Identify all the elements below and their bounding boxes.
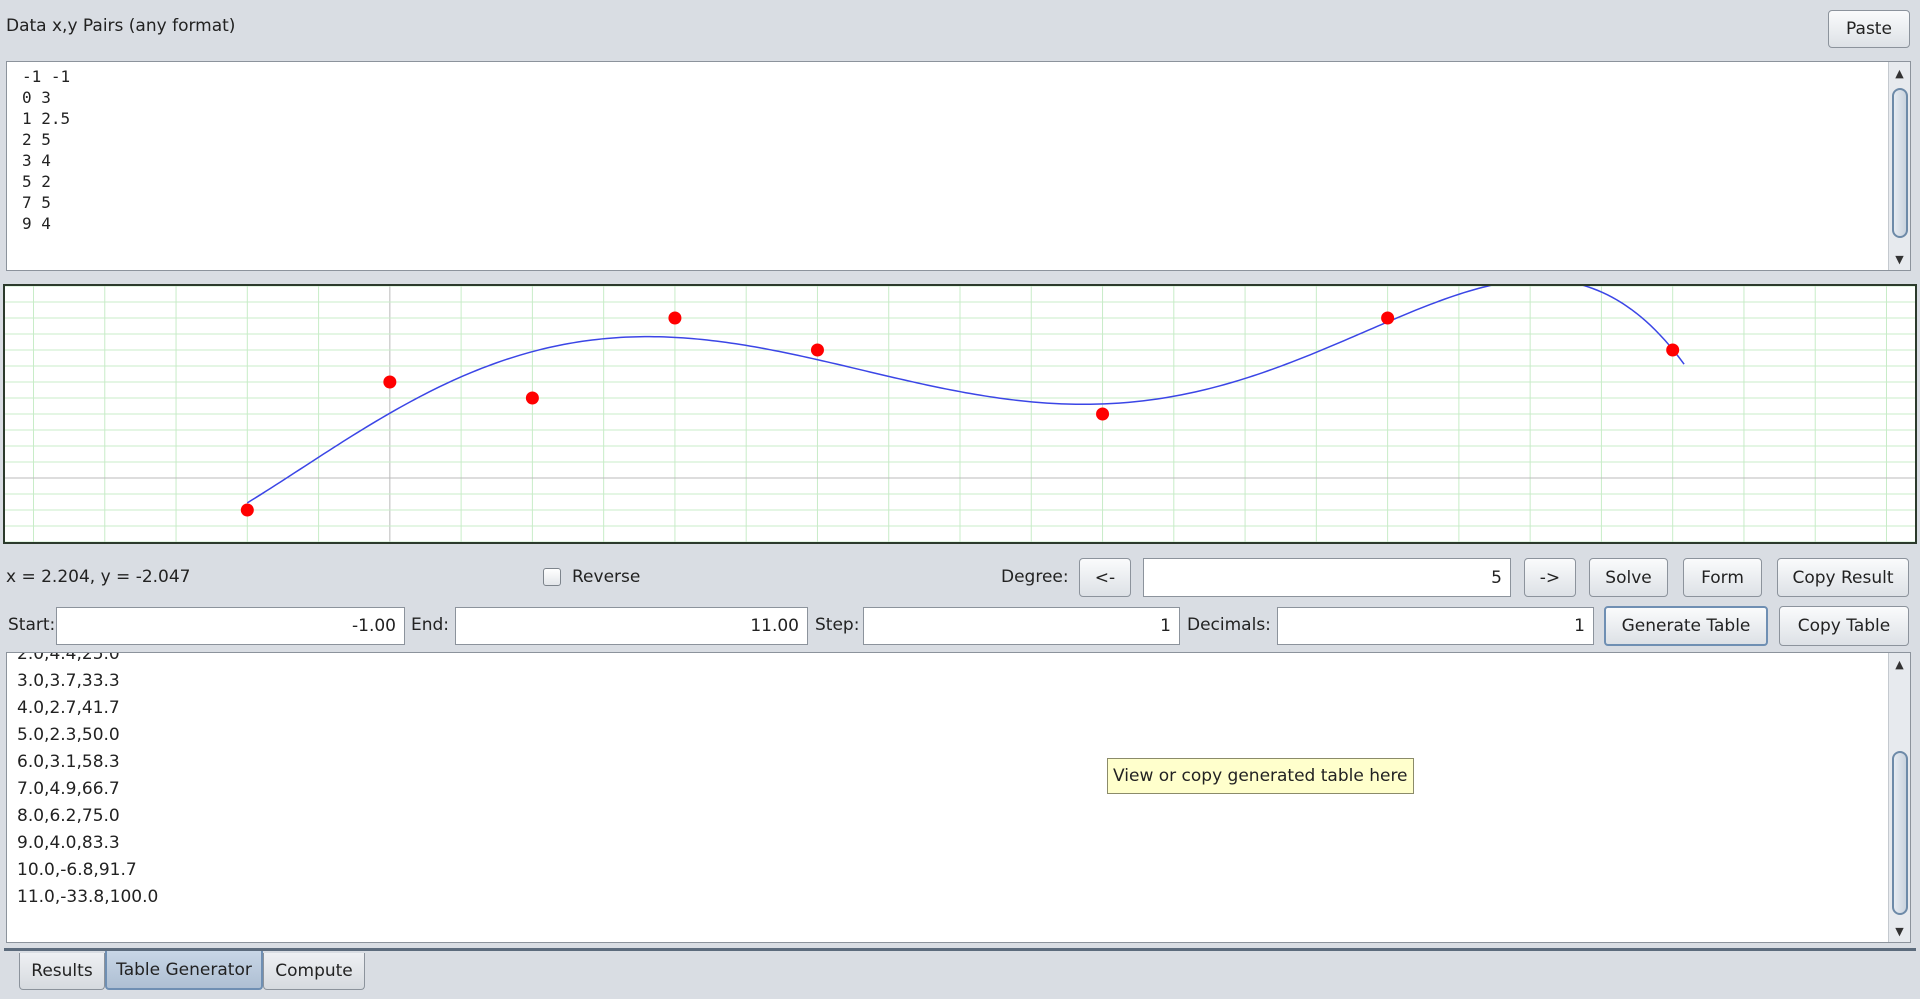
data-point xyxy=(810,343,824,357)
data-point xyxy=(1666,343,1680,357)
solve-button[interactable]: Solve xyxy=(1589,558,1668,597)
degree-increase-button[interactable]: -> xyxy=(1524,558,1576,597)
generate-table-button[interactable]: Generate Table xyxy=(1604,606,1768,646)
fit-curve xyxy=(246,286,1685,504)
scroll-down-icon[interactable]: ▼ xyxy=(1889,248,1910,270)
degree-field[interactable] xyxy=(1143,558,1511,597)
data-scrollbar[interactable]: ▲ ▼ xyxy=(1888,62,1910,270)
data-point xyxy=(525,391,539,405)
data-input-area[interactable]: -1 -1 0 3 1 2.5 2 5 3 4 5 2 7 5 9 4 ▲ ▼ xyxy=(6,61,1911,271)
form-button[interactable]: Form xyxy=(1683,558,1762,597)
paste-button[interactable]: Paste xyxy=(1828,10,1910,48)
data-line: 1 2.5 xyxy=(22,109,71,128)
table-scrollbar[interactable]: ▲ ▼ xyxy=(1888,653,1910,942)
decimals-label: Decimals: xyxy=(1187,615,1271,635)
table-row: 10.0,-6.8,91.7 xyxy=(17,860,137,880)
tab-table-generator[interactable]: Table Generator xyxy=(105,951,263,990)
reverse-label: Reverse xyxy=(572,567,641,587)
data-point xyxy=(1381,311,1395,325)
copy-result-button[interactable]: Copy Result xyxy=(1777,558,1909,597)
data-pairs-label: Data x,y Pairs (any format) xyxy=(6,16,236,36)
end-label: End: xyxy=(411,615,450,635)
table-tooltip: View or copy generated table here xyxy=(1107,758,1414,794)
step-label: Step: xyxy=(815,615,860,635)
table-row: 4.0,2.7,41.7 xyxy=(17,698,120,718)
table-lines: 2.0,4.4,25.0 3.0,3.7,33.3 4.0,2.7,41.7 5.0,… xyxy=(17,652,159,911)
plot-area[interactable] xyxy=(3,284,1917,544)
table-row: 8.0,6.2,75.0 xyxy=(17,806,120,826)
fit-chart xyxy=(5,286,1915,542)
data-point xyxy=(240,503,254,517)
table-row: 9.0,4.0,83.3 xyxy=(17,833,120,853)
tab-divider xyxy=(4,948,1916,951)
degree-decrease-button[interactable]: <- xyxy=(1079,558,1131,597)
end-field[interactable] xyxy=(455,607,808,645)
tab-results[interactable]: Results xyxy=(19,953,105,990)
table-row: 2.0,4.4,25.0 xyxy=(17,652,120,664)
table-row: 6.0,3.1,58.3 xyxy=(17,752,120,772)
decimals-field[interactable] xyxy=(1277,607,1594,645)
data-line: 9 4 xyxy=(22,214,51,233)
start-label: Start: xyxy=(8,615,56,635)
table-row: 3.0,3.7,33.3 xyxy=(17,671,120,691)
cursor-coordinates: x = 2.204, y = -2.047 xyxy=(6,567,191,587)
generated-table-area[interactable]: 2.0,4.4,25.0 3.0,3.7,33.3 4.0,2.7,41.7 5.0,… xyxy=(6,652,1911,943)
data-line: 7 5 xyxy=(22,193,51,212)
start-field[interactable] xyxy=(56,607,405,645)
scroll-up-icon[interactable]: ▲ xyxy=(1889,62,1910,84)
data-line: 2 5 xyxy=(22,130,51,149)
step-field[interactable] xyxy=(863,607,1180,645)
data-line: 0 3 xyxy=(22,88,51,107)
scroll-thumb[interactable] xyxy=(1892,751,1908,915)
tab-compute[interactable]: Compute xyxy=(263,953,365,990)
data-line: -1 -1 xyxy=(22,67,71,86)
scroll-thumb[interactable] xyxy=(1892,88,1908,238)
table-row: 5.0,2.3,50.0 xyxy=(17,725,120,745)
data-point xyxy=(1096,407,1110,421)
table-row: 11.0,-33.8,100.0 xyxy=(17,887,159,907)
data-lines: -1 -1 0 3 1 2.5 2 5 3 4 5 2 7 5 9 4 xyxy=(22,66,70,234)
copy-table-button[interactable]: Copy Table xyxy=(1779,606,1909,646)
reverse-checkbox[interactable] xyxy=(543,568,561,586)
scroll-down-icon[interactable]: ▼ xyxy=(1889,920,1910,942)
data-line: 5 2 xyxy=(22,172,51,191)
data-line: 3 4 xyxy=(22,151,51,170)
scroll-up-icon[interactable]: ▲ xyxy=(1889,653,1910,675)
data-point xyxy=(383,375,397,389)
data-point xyxy=(668,311,682,325)
degree-label: Degree: xyxy=(1001,567,1069,587)
table-row: 7.0,4.9,66.7 xyxy=(17,779,120,799)
